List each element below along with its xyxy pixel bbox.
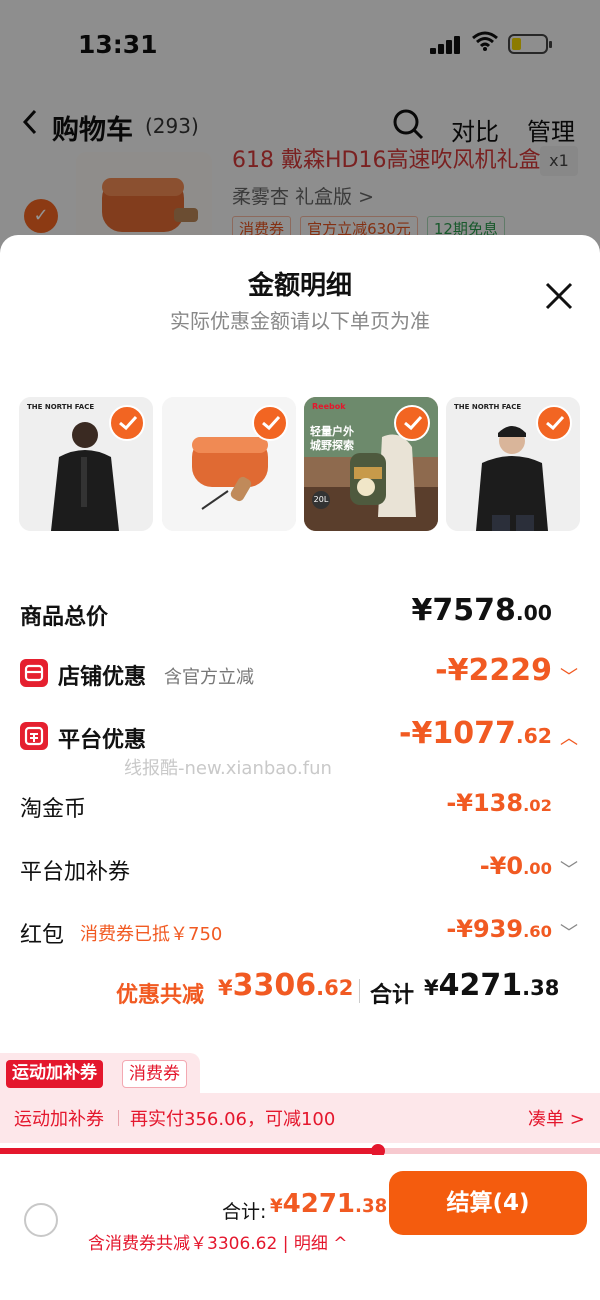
platform-discount-label: 平台优惠 [58,728,147,753]
red-packet-amount: -¥939.60 [446,915,552,943]
total-discount-label: 优惠共减 [116,983,205,1008]
goods-total-label: 商品总价 [20,605,109,630]
cart-page-background: 13:31 购物车 (293) 对比 管理 ✓ 618 戴森HD16高速吹风机礼… [0,0,600,260]
store-discount-row[interactable]: 店铺优惠 含官方立减 -¥2229 ﹀ [0,653,600,695]
volume-badge: 20L [312,491,330,509]
store-icon [20,659,48,687]
bottom-total-label: 合计: [222,1201,267,1223]
platform-discount-row[interactable]: 平台优惠 -¥1077.62 ︿ [0,716,600,758]
bottom-discount-detail[interactable]: 含消费券共减￥3306.62 | 明细 ^ [88,1229,347,1254]
promo-name: 运动加补券 [14,1109,104,1130]
brand-logo: Reebok [312,402,346,411]
summary-total-label: 合计 [370,983,415,1008]
discount-summary: 优惠共减 ¥3306.62 合计 ¥4271.38 [0,968,600,1011]
checkmark-icon[interactable] [536,405,572,441]
goods-total-price: ¥7578.00 [411,593,553,628]
chevron-down-icon[interactable]: ﹀ [560,856,578,882]
checkout-button[interactable]: 结算(4) [389,1171,587,1235]
checkmark-icon[interactable] [109,405,145,441]
platform-coupon-label: 平台加补券 [20,860,131,885]
product-thumb-outdoor-backpack[interactable]: Reebok 轻量户外 城野探索 20L [304,397,438,531]
sheet-title: 金额明细 [247,271,352,301]
checkmark-icon[interactable] [252,405,288,441]
close-icon[interactable] [542,279,576,313]
red-packet-row[interactable]: 红包 消费券已抵￥750 -¥939.60 ﹀ [0,915,600,951]
promo-message: 再实付356.06，可减100 [130,1109,336,1130]
sheet-subtitle: 实际优惠金额请以下单页为准 [170,309,430,333]
add-items-button[interactable]: 凑单 > [528,1105,585,1131]
platform-discount-amount: -¥1077.62 [399,716,552,751]
bottom-total-value: ¥4271.38 [270,1189,388,1219]
chevron-down-icon[interactable]: ﹀ [560,663,578,689]
divider [118,1110,119,1126]
brand-logo: THE NORTH FACE [27,403,95,411]
total-discount-value: ¥3306.62 [218,968,354,1003]
chevron-up-icon[interactable]: ︿ [560,724,578,750]
progress-fill [0,1148,378,1154]
tao-coin-row: 淘金币 -¥138.02 [0,789,600,825]
promo-bar: 运动加补券 再实付356.06，可减100 凑单 > [0,1093,600,1143]
product-thumb-orange-hair-dryer[interactable] [162,397,296,531]
promo-tabs: 运动加补券 消费券 [0,1053,200,1093]
divider [359,979,360,1003]
checkmark-icon[interactable] [394,405,430,441]
goods-total-row: 商品总价 ¥7578.00 [0,593,600,635]
platform-coupon-row[interactable]: 平台加补券 -¥0.00 ﹀ [0,852,600,888]
platform-icon [20,722,48,750]
tao-coin-label: 淘金币 [20,797,87,822]
tab-consumer-coupon[interactable]: 消费券 [122,1060,187,1088]
tao-coin-amount: -¥138.02 [446,789,552,817]
watermark: 线报酷-new.xianbao.fun [124,758,332,779]
select-all-checkbox[interactable] [24,1203,58,1237]
platform-coupon-amount: -¥0.00 [479,852,552,880]
product-thumb-black-jacket-woman[interactable]: THE NORTH FACE [19,397,153,531]
brand-logo: THE NORTH FACE [454,403,522,411]
tab-sports-coupon[interactable]: 运动加补券 [6,1060,103,1088]
store-discount-amount: -¥2229 [435,653,552,688]
product-caption: 轻量户外 城野探索 [310,425,354,452]
red-packet-label: 红包 [20,923,65,948]
store-discount-label: 店铺优惠 [58,665,147,690]
modal-overlay[interactable] [0,0,600,260]
amount-detail-sheet: 金额明细 实际优惠金额请以下单页为准 THE NORTH FACE Reebok… [0,235,600,1300]
product-thumb-black-jacket-man[interactable]: THE NORTH FACE [446,397,580,531]
store-discount-note: 含官方立减 [164,667,254,688]
red-packet-note: 消费券已抵￥750 [80,924,223,945]
summary-total-value: ¥4271.38 [424,968,560,1003]
promo-progress [0,1144,600,1158]
product-thumbnails: THE NORTH FACE Reebok 轻量户外 城野探索 20L THE … [19,397,589,531]
chevron-down-icon[interactable]: ﹀ [560,919,578,945]
checkout-bar: 合计: ¥4271.38 含消费券共减￥3306.62 | 明细 ^ 结算(4) [0,1155,600,1300]
